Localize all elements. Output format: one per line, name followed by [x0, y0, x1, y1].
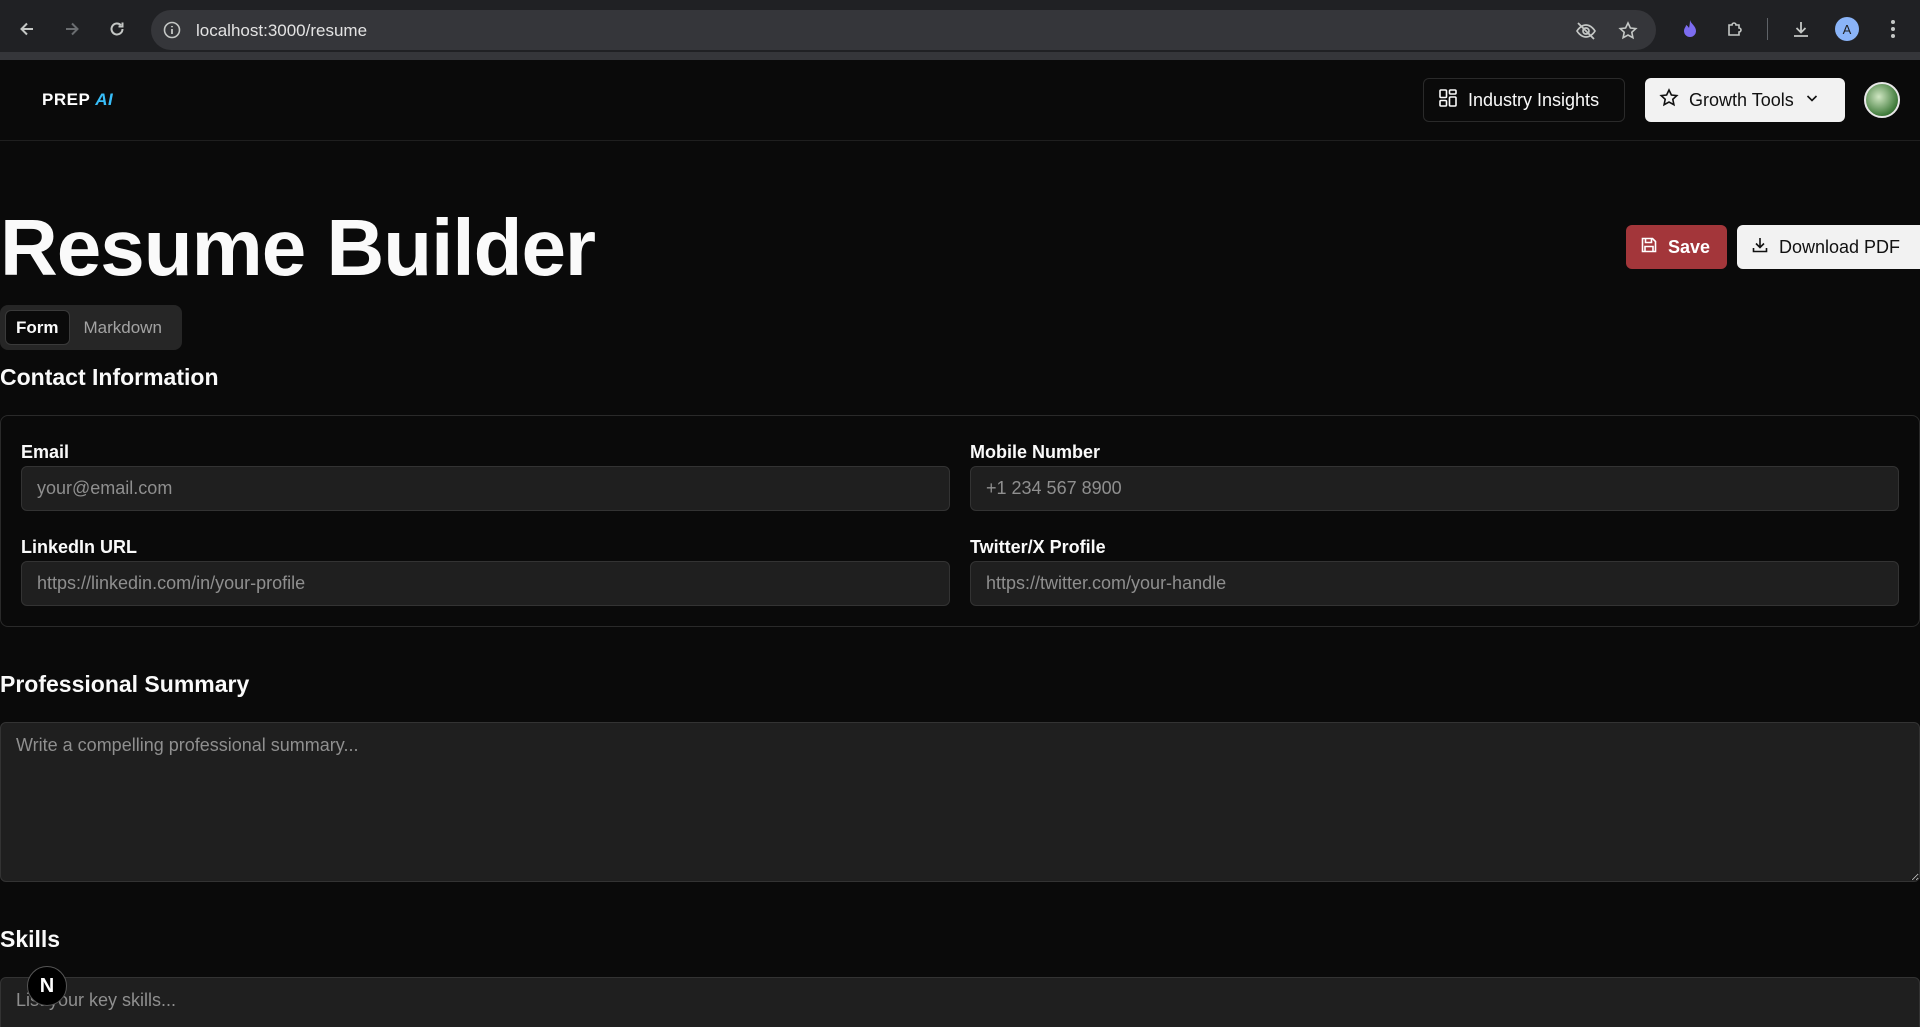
- email-field[interactable]: [21, 466, 950, 511]
- site-info-icon[interactable]: [162, 20, 182, 40]
- growth-tools-label: Growth Tools: [1689, 89, 1794, 110]
- toolbar-divider: [0, 52, 1920, 60]
- skills-section-title: Skills: [0, 926, 61, 952]
- logo-prep-text: PREP: [42, 90, 90, 109]
- star-icon: [1659, 87, 1679, 113]
- browser-toolbar: localhost:3000/resume A: [0, 0, 1920, 60]
- browser-menu-icon[interactable]: [1880, 16, 1906, 42]
- summary-section-title: Professional Summary: [0, 671, 250, 697]
- twitter-field[interactable]: [970, 561, 1899, 606]
- linkedin-label: LinkedIn URL: [21, 537, 137, 557]
- industry-insights-label: Industry Insights: [1468, 89, 1600, 110]
- reload-icon[interactable]: [102, 14, 132, 44]
- browser-profile-avatar[interactable]: A: [1835, 17, 1859, 41]
- back-icon[interactable]: [12, 14, 42, 44]
- skills-textarea[interactable]: [0, 977, 1920, 1027]
- email-label: Email: [21, 442, 70, 462]
- growth-tools-button[interactable]: Growth Tools: [1645, 78, 1845, 122]
- eye-off-icon[interactable]: [1575, 20, 1597, 42]
- bookmark-star-icon[interactable]: [1617, 20, 1639, 42]
- tab-form[interactable]: Form: [5, 310, 70, 345]
- linkedin-field[interactable]: [21, 561, 950, 606]
- industry-insights-button[interactable]: Industry Insights: [1423, 78, 1625, 122]
- mobile-field[interactable]: [970, 466, 1899, 511]
- nextjs-dev-badge[interactable]: N: [27, 966, 67, 1006]
- download-pdf-label: Download PDF: [1779, 236, 1901, 257]
- toolbar-separator: [1767, 18, 1768, 40]
- contact-section-title: Contact Information: [0, 364, 219, 390]
- contact-card: Email Mobile Number LinkedIn URL Twitter…: [0, 415, 1920, 627]
- page-title: Resume Builder: [0, 203, 596, 292]
- download-icon: [1751, 236, 1769, 259]
- address-bar[interactable]: localhost:3000/resume: [151, 10, 1656, 50]
- url-text: localhost:3000/resume: [196, 21, 368, 40]
- summary-textarea[interactable]: [0, 722, 1920, 882]
- app-header: PREP AI Industry Insights Growth Tools: [0, 60, 1920, 141]
- save-icon: [1640, 236, 1658, 259]
- download-pdf-button[interactable]: Download PDF: [1737, 225, 1920, 269]
- tab-markdown[interactable]: Markdown: [74, 310, 172, 345]
- tab-list: Form Markdown: [0, 305, 182, 350]
- save-label: Save: [1668, 236, 1711, 257]
- chevron-down-icon: [1804, 90, 1820, 111]
- download-icon[interactable]: [1788, 16, 1814, 42]
- extensions-puzzle-icon[interactable]: [1722, 16, 1748, 42]
- dashboard-grid-icon: [1438, 88, 1458, 113]
- logo-ai-text: AI: [95, 90, 114, 109]
- twitter-label: Twitter/X Profile: [970, 537, 1106, 557]
- logo[interactable]: PREP AI: [42, 90, 113, 110]
- mobile-label: Mobile Number: [970, 442, 1101, 462]
- forward-icon[interactable]: [57, 14, 87, 44]
- save-button[interactable]: Save: [1626, 225, 1727, 269]
- extension-flame-icon[interactable]: [1677, 16, 1703, 42]
- user-avatar[interactable]: [1864, 82, 1900, 118]
